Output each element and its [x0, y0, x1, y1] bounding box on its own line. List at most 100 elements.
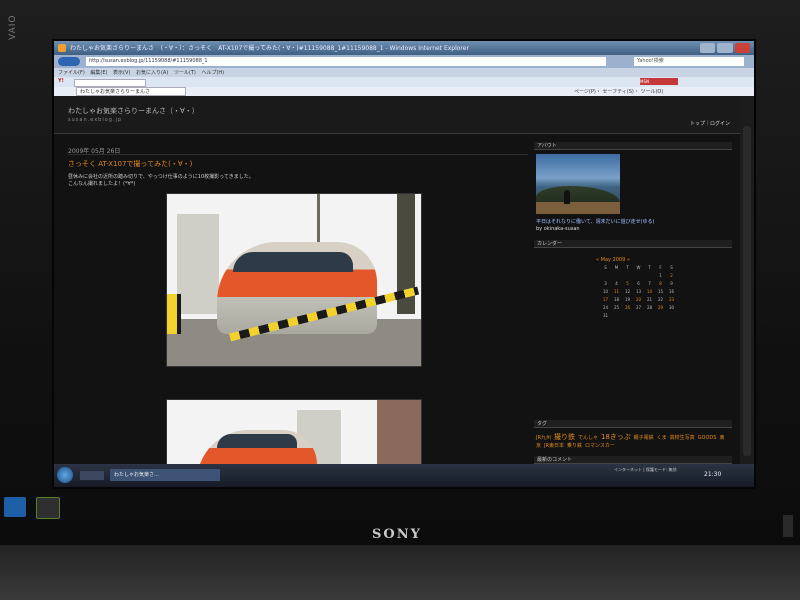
calendar-day[interactable]: 9: [666, 281, 677, 286]
calendar-day[interactable]: 21: [644, 297, 655, 302]
calendar-day[interactable]: 16: [666, 289, 677, 294]
tag-link[interactable]: でんしゃ: [578, 435, 598, 441]
calendar-day[interactable]: 15: [655, 289, 666, 294]
address-bar-row: http://susan.exblog.jp/11159088/#1115908…: [54, 55, 754, 68]
calendar-day[interactable]: 22: [655, 297, 666, 302]
menu-favorites[interactable]: お気に入り(A): [136, 69, 168, 76]
monitor-screen: わたしゃお気楽さらりーまんさ （・∀・）：さっそく AT-X107で撮ってみた(…: [54, 41, 754, 487]
apartment-building: [177, 214, 219, 314]
vaio-logo: VAIO: [8, 14, 18, 40]
calendar-day[interactable]: 7: [644, 281, 655, 286]
tag-link[interactable]: 乗り鉄: [567, 443, 582, 449]
calendar-day: [666, 313, 677, 318]
calendar-day[interactable]: 25: [611, 305, 622, 310]
window-controls: [700, 43, 750, 53]
yahoo-logo[interactable]: Y!: [58, 78, 64, 84]
menu-bar: ファイル(F) 編集(E) 表示(V) お気に入り(A) ツール(T) ヘルプ(…: [54, 68, 754, 77]
menu-edit[interactable]: 編集(E): [90, 69, 107, 76]
command-bar[interactable]: ページ(P)・ セーフティ(S)・ ツール(O): [574, 88, 663, 95]
calendar-day[interactable]: 17: [600, 297, 611, 302]
maximize-button[interactable]: [717, 43, 733, 53]
calendar-day[interactable]: 27: [633, 305, 644, 310]
search-input[interactable]: Yahoo!検索: [634, 57, 744, 66]
vertical-scrollbar[interactable]: [740, 96, 754, 464]
post-title[interactable]: さっそく AT-X107で撮ってみた(・∀・): [68, 159, 192, 169]
tag-link[interactable]: JR東日本: [544, 443, 564, 449]
comments-heading: 最新のコメント: [534, 456, 732, 464]
calendar-day[interactable]: 31: [600, 313, 611, 318]
calendar-day[interactable]: 14: [644, 289, 655, 294]
tag-link[interactable]: 高校生写真: [670, 435, 695, 441]
train-photo[interactable]: [166, 193, 422, 367]
profile-photo[interactable]: [536, 154, 620, 214]
menu-file[interactable]: ファイル(F): [58, 69, 85, 76]
calendar-weekday: T: [648, 265, 651, 270]
post-body: 昼休みに会社の近所の踏み切りで、やっつけ仕事のように10枚撮影ってきました。 こ…: [68, 174, 328, 188]
tab-bar: わたしゃお気楽さらりーまんさ ページ(P)・ セーフティ(S)・ ツール(O): [54, 87, 754, 96]
taskbar-ie-window[interactable]: わたしゃお気楽さ...: [110, 469, 220, 481]
calendar-day[interactable]: 29: [655, 305, 666, 310]
calendar-day[interactable]: 30: [666, 305, 677, 310]
toolbar-search-input[interactable]: [74, 79, 146, 87]
blog-title[interactable]: わたしゃお気楽さらりーまんさ（・∀・）: [68, 106, 199, 116]
calendar-day[interactable]: 3: [600, 281, 611, 286]
ie-status-text: インターネット | 保護モード: 無効: [614, 467, 677, 472]
calendar-day[interactable]: 23: [666, 297, 677, 302]
tag-link[interactable]: 撮り鉄: [554, 433, 575, 441]
calendar-day: [633, 273, 644, 278]
sidebar: アバウト 平日はそれなりに働いて、週末だいに遊び走せ(ゆる) by okinak…: [534, 142, 734, 464]
calendar-day[interactable]: 6: [633, 281, 644, 286]
sony-logo: SONY: [372, 527, 422, 542]
menu-tools[interactable]: ツール(T): [174, 69, 196, 76]
monitor-power-button[interactable]: [783, 515, 793, 537]
tag-link[interactable]: 18きっぷ: [601, 433, 631, 441]
calendar-day[interactable]: 12: [622, 289, 633, 294]
calendar-day: [622, 313, 633, 318]
tag-link[interactable]: くま: [657, 435, 667, 441]
menu-help[interactable]: ヘルプ(H): [201, 69, 224, 76]
back-forward-buttons[interactable]: [58, 57, 80, 66]
blog-header: わたしゃお気楽さらりーまんさ（・∀・） susan.exblog.jp トップ｜…: [54, 96, 740, 134]
calendar-day[interactable]: 28: [644, 305, 655, 310]
train-photo-2[interactable]: [166, 399, 422, 464]
calendar-day: [611, 273, 622, 278]
tab-blog[interactable]: わたしゃお気楽さらりーまんさ: [76, 87, 186, 96]
start-button[interactable]: [57, 467, 73, 483]
quick-launch[interactable]: [80, 471, 104, 480]
window-titlebar: わたしゃお気楽さらりーまんさ （・∀・）：さっそく AT-X107で撮ってみた(…: [54, 41, 754, 55]
tag-cloud: JR九州 撮り鉄 でんしゃ 18きっぷ 親子電鉄 くま 高校生写真 GOODS 東京 JR東日本乗…: [536, 433, 732, 450]
calendar-day[interactable]: 19: [622, 297, 633, 302]
tag-link[interactable]: ロマンスカー: [585, 443, 615, 449]
calendar-day[interactable]: 24: [600, 305, 611, 310]
scrollbar-thumb[interactable]: [743, 126, 751, 456]
taskbar: わたしゃお気楽さ... インターネット | 保護モード: 無効 21:30: [54, 464, 754, 487]
calendar-day[interactable]: 5: [622, 281, 633, 286]
intel-sticker: [4, 497, 26, 517]
tag-link[interactable]: 親子電鉄: [634, 435, 654, 441]
window-title: わたしゃお気楽さらりーまんさ （・∀・）：さっそく AT-X107で撮ってみた(…: [70, 45, 469, 52]
calendar-day[interactable]: 1: [655, 273, 666, 278]
calendar-day[interactable]: 10: [600, 289, 611, 294]
tag-link[interactable]: JR九州: [536, 435, 551, 441]
minimize-button[interactable]: [700, 43, 716, 53]
crossing-post: [167, 294, 181, 334]
calendar-day[interactable]: 4: [611, 281, 622, 286]
close-button[interactable]: [734, 43, 750, 53]
calendar-day: [655, 313, 666, 318]
calendar-day[interactable]: 13: [633, 289, 644, 294]
calendar-day[interactable]: 18: [611, 297, 622, 302]
calendar-day[interactable]: 2: [666, 273, 677, 278]
calendar-month[interactable]: « May 2009 »: [596, 257, 630, 263]
calendar-day[interactable]: 20: [633, 297, 644, 302]
blog-nav[interactable]: トップ｜ログイン: [690, 120, 730, 127]
calendar-day[interactable]: 8: [655, 281, 666, 286]
calendar-day[interactable]: 26: [622, 305, 633, 310]
tag-link[interactable]: GOODS: [698, 435, 717, 441]
address-input[interactable]: http://susan.exblog.jp/11159088/#1115908…: [86, 57, 606, 66]
menu-view[interactable]: 表示(V): [113, 69, 130, 76]
yahoo-toolbar: Y! MSN: [54, 77, 754, 87]
post-line: こんなん撮れましたよ！(*∀*): [68, 181, 136, 187]
about-caption[interactable]: 平日はそれなりに働いて、週末だいに遊び走せ(ゆる): [536, 219, 732, 226]
calendar-day[interactable]: 11: [611, 289, 622, 294]
msn-button[interactable]: MSN: [640, 78, 678, 85]
